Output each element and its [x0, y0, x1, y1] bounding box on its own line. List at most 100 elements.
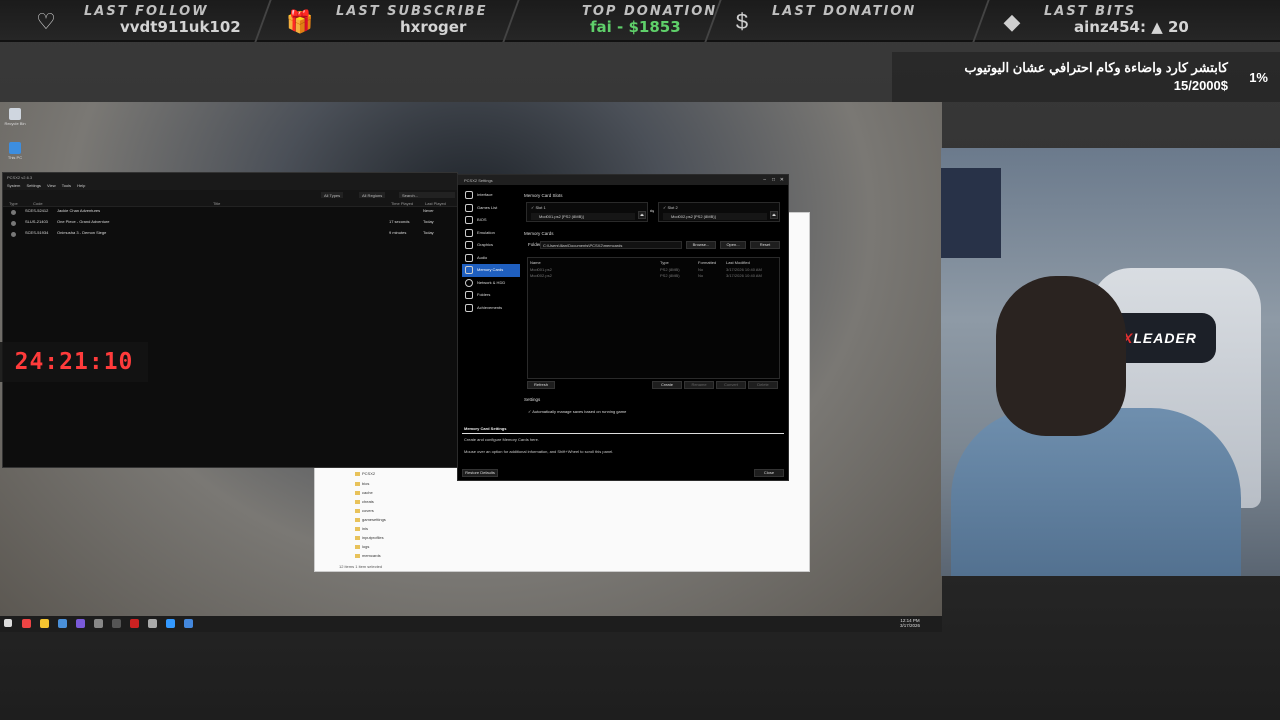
bits-gem-icon: ◆: [1003, 9, 1021, 34]
menu-help[interactable]: Help: [77, 183, 85, 188]
col-time-played[interactable]: Time Played: [391, 201, 413, 206]
close-icon[interactable]: ✕: [780, 177, 784, 183]
col-type[interactable]: Type: [660, 260, 669, 265]
reset-button[interactable]: Reset: [750, 241, 780, 249]
slot-1-card-select[interactable]: Mcd001.ps2 [PS2 (8MB)]: [531, 213, 635, 220]
delete-button[interactable]: Delete: [748, 381, 778, 389]
folder-item[interactable]: logs: [355, 544, 369, 549]
interface-icon: [465, 191, 473, 199]
restore-defaults-button[interactable]: Restore Defaults: [462, 469, 498, 477]
slot-1-checkbox[interactable]: ✓ Slot 1: [531, 205, 546, 210]
col-title[interactable]: Title: [213, 201, 220, 206]
convert-button[interactable]: Convert: [716, 381, 746, 389]
search-input[interactable]: Search...: [399, 192, 455, 198]
list-icon: [465, 203, 473, 212]
last-follow-label: LAST FOLLOW: [84, 4, 209, 19]
type-filter[interactable]: All Types: [321, 192, 344, 198]
refresh-button[interactable]: Refresh: [527, 381, 555, 389]
discord-icon[interactable]: [76, 619, 85, 628]
goal-percent: 1%: [1249, 70, 1268, 85]
folder-item[interactable]: covers: [355, 508, 374, 513]
this-pc-desktop-icon[interactable]: This PC: [4, 142, 26, 160]
game-title: Jackie Chan Adventures: [57, 208, 101, 213]
steam-icon[interactable]: [58, 619, 67, 628]
app-icon[interactable]: [130, 619, 139, 628]
col-name[interactable]: Name: [530, 260, 541, 265]
settings-icon[interactable]: [94, 619, 103, 628]
close-button[interactable]: Close: [754, 469, 784, 477]
slot-2-checkbox[interactable]: ✓ Slot 2: [663, 205, 678, 210]
col-type[interactable]: Type: [9, 201, 18, 206]
pcsx2-taskbar-icon[interactable]: [166, 619, 175, 628]
sidebar-item-folders[interactable]: Folders: [462, 289, 520, 302]
slot-2-eject-button[interactable]: ⏏: [770, 211, 778, 219]
folder-item[interactable]: cheats: [355, 499, 374, 504]
disc-icon: [11, 232, 16, 237]
folder-item[interactable]: bios: [355, 481, 369, 486]
menu-system[interactable]: System: [7, 183, 20, 188]
folder-item[interactable]: PCSX2: [355, 471, 375, 476]
sidebar-item-games-list[interactable]: Games List: [462, 202, 520, 215]
file-explorer-icon[interactable]: [40, 619, 49, 628]
sidebar-item-interface[interactable]: Interface: [462, 189, 520, 202]
card-type: PS2 (8MB): [660, 273, 680, 278]
game-row[interactable]: SCES-52412 Jackie Chan Adventures Never: [3, 207, 457, 218]
memory-card-list[interactable]: Name Type Formatted Last Modified Mcd001…: [527, 257, 780, 379]
recycle-bin-desktop-icon[interactable]: Recycle Bin: [4, 108, 26, 126]
chrome-icon[interactable]: [22, 619, 31, 628]
pcsx2-settings-dialog[interactable]: PCSX2 Settings – □ ✕ Interface Games Lis…: [457, 174, 789, 481]
game-row[interactable]: SCES-51934 Onimusha 3 - Demon Siege 9 mi…: [3, 229, 457, 240]
col-formatted[interactable]: Formatted: [698, 260, 716, 265]
image-icon: [465, 241, 473, 249]
pcsx2-settings-taskbar-icon[interactable]: [184, 619, 193, 628]
col-last-played[interactable]: Last Played: [425, 201, 446, 206]
app-icon[interactable]: [148, 619, 157, 628]
game-row[interactable]: SLUS-21403 One Piece - Grand Adventure 1…: [3, 218, 457, 229]
auto-manage-checkbox[interactable]: ✓ Automatically manage saves based on ru…: [528, 409, 626, 414]
dialog-title: PCSX2 Settings: [464, 178, 493, 183]
menu-tools[interactable]: Tools: [62, 183, 71, 188]
col-last-modified[interactable]: Last Modified: [726, 260, 750, 265]
swap-icon[interactable]: ⇆: [650, 209, 654, 215]
sidebar-item-label: Memory Cards: [477, 267, 504, 272]
taskbar-clock[interactable]: 12:14 PM 3/17/2026: [900, 618, 920, 628]
help-title: Memory Card Settings: [464, 426, 507, 431]
col-code[interactable]: Code: [33, 201, 43, 206]
folder-item[interactable]: gamesettings: [355, 517, 386, 522]
sidebar-item-bios[interactable]: BIOS: [462, 214, 520, 227]
sidebar-item-network-hdd[interactable]: Network & HDD: [462, 277, 520, 290]
game-list-toolbar: All Types All Regions Search...: [3, 190, 457, 200]
menu-settings[interactable]: Settings: [26, 183, 40, 188]
folder-item[interactable]: inputprofiles: [355, 535, 384, 540]
obs-icon[interactable]: [112, 619, 121, 628]
maximize-icon[interactable]: □: [772, 177, 775, 183]
menu-view[interactable]: View: [47, 183, 56, 188]
sidebar-item-audio[interactable]: Audio: [462, 252, 520, 265]
chair-logo: XLEADER: [1123, 330, 1197, 346]
sidebar-item-graphics[interactable]: Graphics: [462, 239, 520, 252]
folder-item[interactable]: cache: [355, 490, 373, 495]
open-button[interactable]: Open...: [720, 241, 746, 249]
browse-button[interactable]: Browse...: [686, 241, 716, 249]
folder-path-input[interactable]: C:\Users\Ilian\Documents\PCSX2\memcards: [540, 241, 682, 249]
card-name[interactable]: Mcd002.ps2: [530, 273, 552, 278]
sidebar-item-achievements[interactable]: Achievements: [462, 302, 520, 315]
slot-2-card-select[interactable]: Mcd002.ps2 [PS2 (8MB)]: [663, 213, 767, 220]
game-time: 17 seconds: [389, 219, 410, 224]
settings-sidebar: Interface Games List BIOS Emulation Grap…: [462, 189, 520, 314]
folder-item[interactable]: inis: [355, 526, 368, 531]
folder-item[interactable]: memcards: [355, 553, 381, 558]
minimize-icon[interactable]: –: [763, 177, 766, 183]
stream-scene: ♡ LAST FOLLOW vvdt911uk102 🎁 LAST SUBSCR…: [0, 0, 1280, 720]
sidebar-item-emulation[interactable]: Emulation: [462, 227, 520, 240]
sidebar-item-memory-cards[interactable]: Memory Cards: [462, 264, 520, 277]
slot-1-eject-button[interactable]: ⏏: [638, 211, 646, 219]
create-button[interactable]: Create: [652, 381, 682, 389]
pcsx2-main-window[interactable]: PCSX2 v2.6.3 System Settings View Tools …: [2, 172, 458, 468]
region-filter[interactable]: All Regions: [359, 192, 386, 198]
desktop-capture: Recycle Bin This PC PCSX2 bios cache che…: [0, 102, 942, 632]
sidebar-item-label: Graphics: [477, 242, 494, 247]
start-icon[interactable]: [4, 619, 12, 627]
rename-button[interactable]: Rename: [684, 381, 714, 389]
card-name[interactable]: Mcd001.ps2: [530, 267, 552, 272]
